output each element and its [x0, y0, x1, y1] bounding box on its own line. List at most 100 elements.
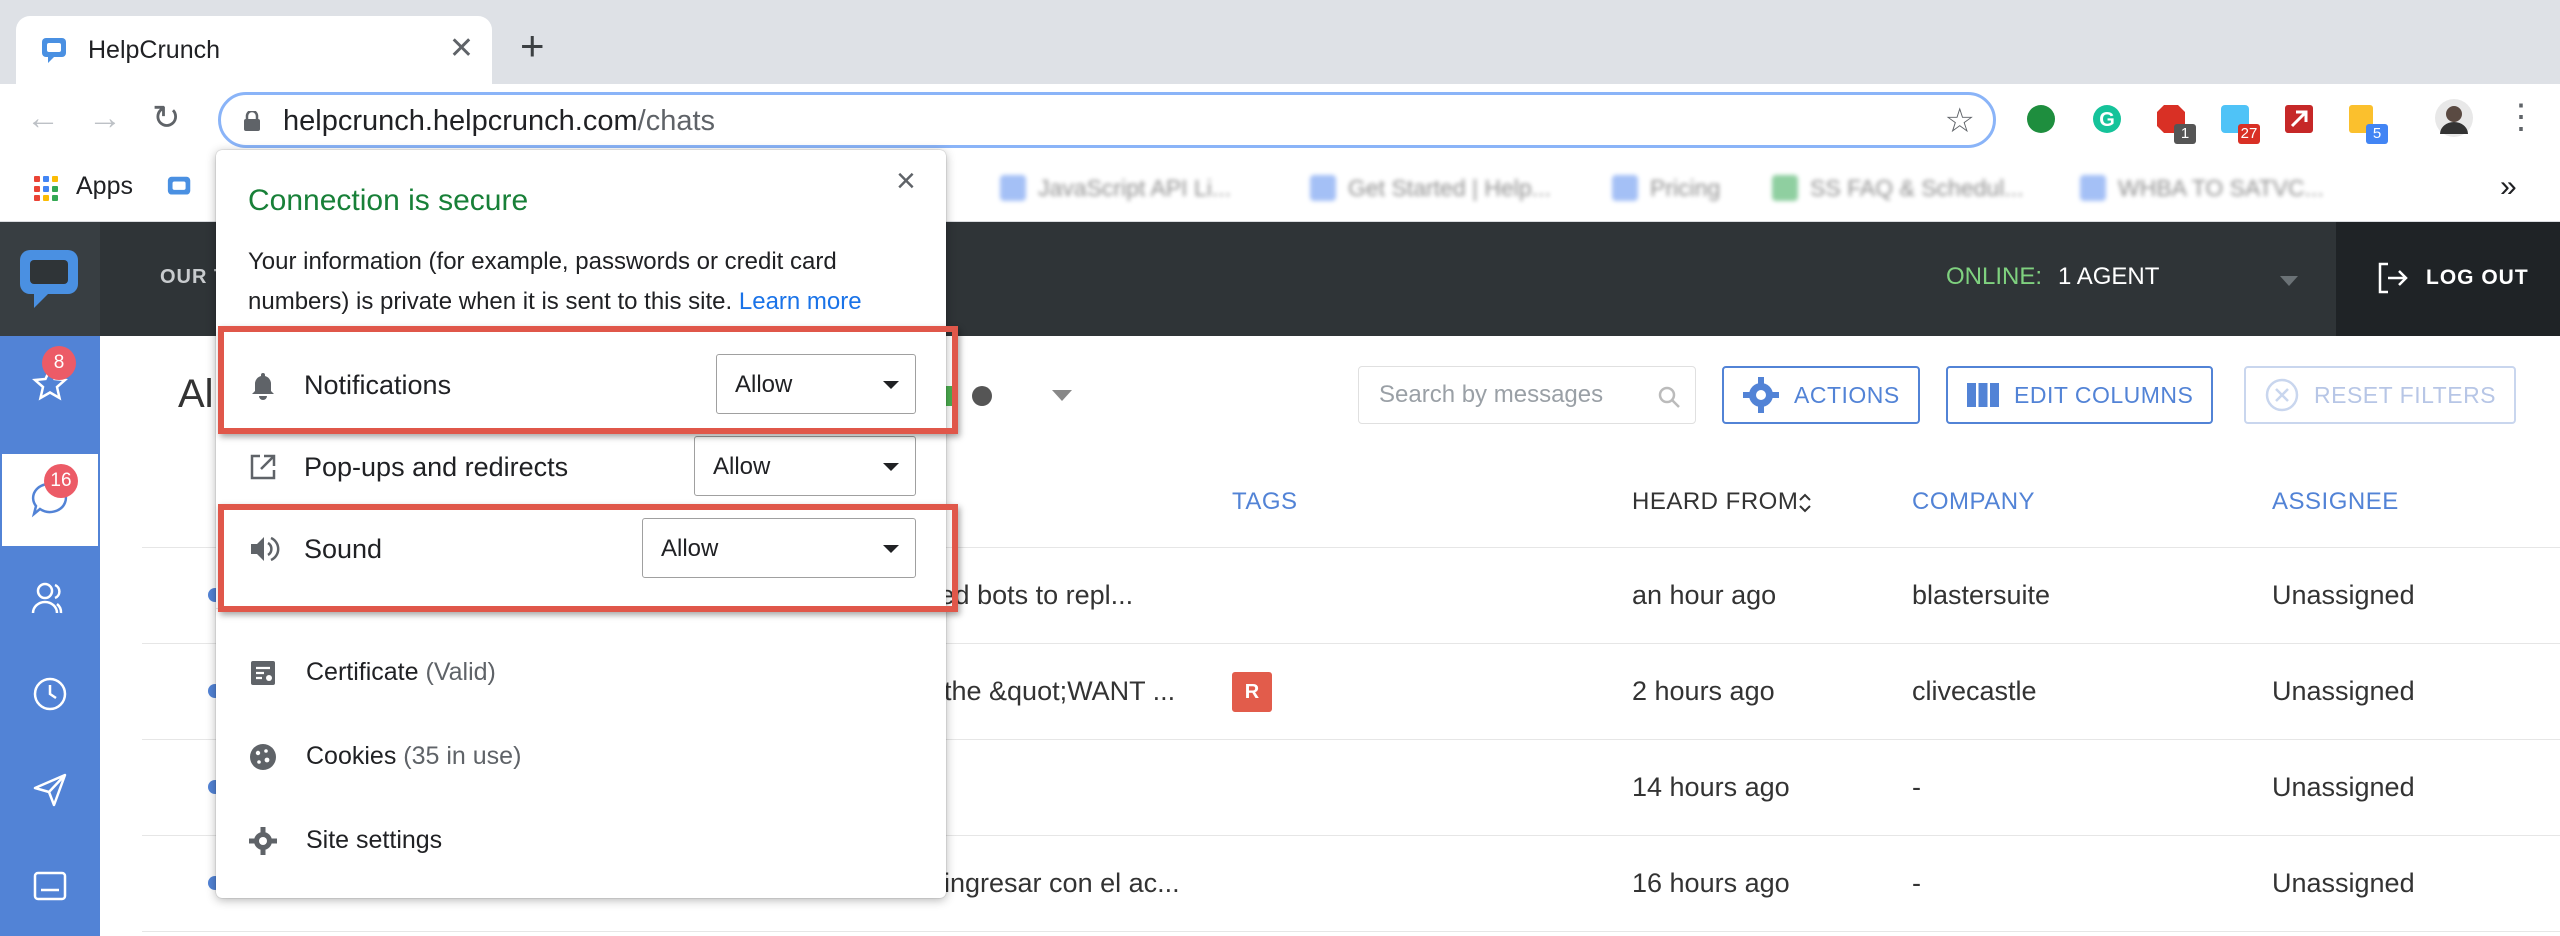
online-status-label: ONLINE:	[1946, 263, 2043, 290]
popup-close-icon[interactable]: ×	[896, 164, 916, 198]
bookmark-item[interactable]: Get Started | Help...	[1310, 170, 1551, 206]
bookmark-favicon-icon	[1772, 175, 1798, 201]
bookmark-favicon-icon	[2080, 175, 2106, 201]
page-title: Al	[178, 372, 214, 416]
lock-icon[interactable]	[243, 111, 261, 131]
popups-select[interactable]: Allow	[694, 436, 916, 496]
helpcrunch-bookmark[interactable]	[166, 170, 194, 206]
sidebar-item-contacts[interactable]	[0, 550, 100, 646]
sidebar-item-widget[interactable]	[0, 838, 100, 934]
reload-icon[interactable]: ↻	[152, 100, 181, 136]
back-arrow-icon[interactable]: ←	[26, 100, 60, 136]
heard-from-cell: 16 hours ago	[1632, 868, 1790, 898]
forward-arrow-icon[interactable]: →	[88, 100, 122, 136]
red-extension-icon[interactable]: 1	[2154, 102, 2196, 144]
logout-button[interactable]: LOG OUT	[2336, 222, 2560, 336]
yellow-extension-icon[interactable]: 5	[2346, 102, 2388, 144]
sidebar-badge: 16	[44, 464, 78, 498]
message-search	[1358, 366, 1696, 424]
profile-avatar[interactable]	[2434, 98, 2474, 138]
sidebar-item-chats[interactable]: 16	[0, 452, 100, 548]
bookmark-favicon-icon	[1310, 175, 1336, 201]
apps-grid-icon[interactable]	[34, 176, 60, 202]
company-cell: blastersuite	[1912, 580, 2051, 610]
browser-toolbar: ← → ↻ helpcrunch.helpcrunch.com/chats ☆ …	[0, 84, 2560, 156]
assignee-cell: Unassigned	[2272, 676, 2415, 706]
heard-from-cell: 14 hours ago	[1632, 772, 1790, 802]
sort-icon[interactable]	[1797, 492, 1813, 514]
helpcrunch-bookmark-icon	[167, 176, 191, 195]
bookmarks-more-button[interactable]: »	[2500, 170, 2517, 204]
message-preview: the &quot;WANT ...	[944, 676, 1176, 706]
open-external-icon	[250, 454, 276, 480]
blue-extension-icon[interactable]: 27	[2218, 102, 2260, 144]
browser-tab-strip: HelpCrunch ✕ +	[0, 0, 2560, 84]
cookies-item[interactable]: Cookies (35 in use)	[248, 732, 848, 782]
reset-filters-button[interactable]: RESET FILTERS	[2244, 366, 2517, 424]
sidebar-item-favorites[interactable]: 8	[0, 336, 100, 432]
app-logo[interactable]	[0, 222, 100, 336]
permission-label: Sound	[304, 534, 383, 564]
tab-close-icon[interactable]: ✕	[449, 34, 474, 64]
extension-badge: 27	[2238, 124, 2260, 144]
edit-columns-button[interactable]: EDIT COLUMNS	[1946, 366, 2214, 424]
column-header-assignee[interactable]: ASSIGNEE	[2272, 488, 2399, 516]
learn-more-link[interactable]: Learn more	[739, 288, 862, 315]
permission-label: Notifications	[304, 370, 452, 400]
red-arrow-extension-icon[interactable]	[2282, 102, 2316, 136]
apps-bookmark[interactable]: Apps	[76, 172, 133, 201]
new-tab-button[interactable]: +	[520, 25, 545, 67]
status-filter-dot-icon[interactable]	[972, 386, 992, 406]
bookmark-item[interactable]: JavaScript API Li...	[1000, 170, 1231, 206]
heard-from-cell: an hour ago	[1632, 580, 1777, 610]
bookmark-favicon-icon	[1000, 175, 1026, 201]
online-agent-count[interactable]: 1 AGENT	[2058, 263, 2159, 291]
heard-from-cell: 2 hours ago	[1632, 676, 1775, 706]
bookmark-item[interactable]: WHBA TO SATVC...	[2080, 170, 2324, 206]
bookmark-favicon-icon	[1612, 175, 1638, 201]
site-settings-item[interactable]: Site settings	[248, 816, 848, 866]
app-sidebar: 8 16	[0, 336, 100, 936]
sidebar-item-history[interactable]	[0, 646, 100, 742]
company-cell: -	[1912, 868, 1921, 898]
speaker-icon	[251, 536, 280, 562]
column-header-company[interactable]: COMPANY	[1912, 488, 2035, 516]
gear-icon	[1743, 377, 1779, 413]
company-cell: -	[1912, 772, 1921, 802]
logout-icon	[2378, 262, 2408, 294]
permission-label: Pop-ups and redirects	[304, 452, 569, 482]
browser-menu-icon[interactable]: ⋮	[2504, 100, 2538, 134]
bookmark-item[interactable]: Pricing	[1612, 170, 1720, 206]
extension-badge: 1	[2174, 124, 2196, 144]
select-caret-icon	[883, 463, 899, 471]
sidebar-item-send[interactable]	[0, 742, 100, 838]
permission-sound: Sound Allow	[248, 514, 916, 584]
filter-dropdown-caret-icon[interactable]	[1052, 390, 1072, 401]
assignee-cell: Unassigned	[2272, 580, 2415, 610]
search-icon[interactable]	[1657, 385, 1681, 409]
browser-tab[interactable]: HelpCrunch ✕	[16, 16, 492, 84]
url-text: helpcrunch.helpcrunch.com/chats	[283, 105, 716, 137]
helpcrunch-favicon-icon	[42, 38, 66, 63]
certificate-item[interactable]: Certificate (Valid)	[248, 648, 848, 698]
actions-button[interactable]: ACTIONS	[1722, 366, 1920, 424]
search-input[interactable]	[1379, 381, 1649, 409]
select-caret-icon	[883, 381, 899, 389]
extension-badge: 5	[2366, 124, 2388, 144]
site-info-popup: × Connection is secure Your information …	[216, 150, 946, 898]
notifications-select[interactable]: Allow	[716, 354, 916, 414]
connection-status-title: Connection is secure	[248, 184, 529, 217]
tag-badge[interactable]: R	[1232, 672, 1272, 712]
grammarly-extension-icon[interactable]: G	[2090, 102, 2124, 136]
address-bar[interactable]: helpcrunch.helpcrunch.com/chats ☆	[218, 92, 1996, 148]
close-circle-icon	[2265, 378, 2299, 412]
sound-select[interactable]: Allow	[642, 518, 916, 578]
assignee-cell: Unassigned	[2272, 868, 2415, 898]
bookmark-star-icon[interactable]: ☆	[1945, 101, 1975, 141]
column-header-tags[interactable]: TAGS	[1232, 488, 1298, 516]
column-header-heard-from[interactable]: HEARD FROM	[1632, 488, 1798, 516]
connection-description: Your information (for example, passwords…	[248, 248, 862, 315]
green-circle-extension-icon[interactable]	[2024, 102, 2058, 136]
bookmark-item[interactable]: SS FAQ & Schedul...	[1772, 170, 2024, 206]
online-dropdown-caret-icon[interactable]	[2280, 276, 2298, 286]
